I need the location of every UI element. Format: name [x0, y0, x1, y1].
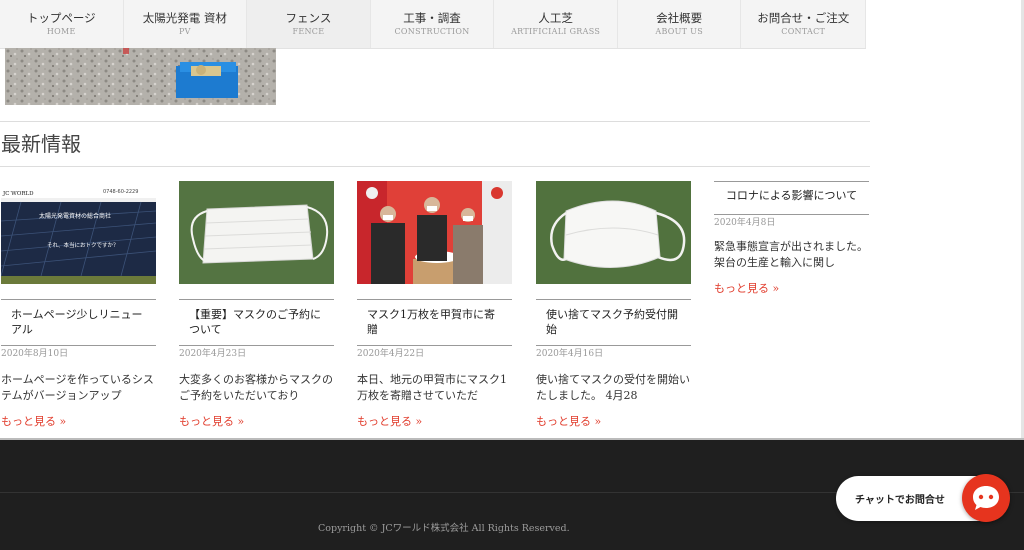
news-post: 使い捨てマスク予約受付開始 2020年4月16日 使い捨てマスクの受付を開始いた…	[536, 181, 691, 429]
nav-artificial-grass-sublabel: ARTIFICIALI GRASS	[511, 27, 601, 36]
post-date: 2020年4月23日	[179, 349, 247, 359]
read-more-link[interactable]: もっと見る »	[179, 415, 334, 429]
thumb-question: それ、本当におトクですか？	[47, 241, 119, 249]
post-date: 2020年8月10日	[1, 349, 69, 359]
read-more-link[interactable]: もっと見る »	[1, 415, 156, 429]
post-date: 2020年4月22日	[357, 349, 425, 359]
post-excerpt: 本日、地元の甲賀市にマスク1万枚を寄贈させていただ	[357, 373, 507, 402]
read-more-link[interactable]: もっと見る »	[357, 415, 512, 429]
post-excerpt: 緊急事態宣言が出されました。架台の生産と輸入に関し	[714, 240, 868, 269]
news-post: コロナによる影響について 2020年4月8日 緊急事態宣言が出されました。架台の…	[714, 181, 869, 296]
post-excerpt: 大変多くのお客様からマスクのご予約をいただいており	[179, 373, 333, 402]
nav-construction-label: 工事・調査	[403, 11, 461, 25]
chat-open-button[interactable]	[962, 474, 1010, 522]
nav-contact-sublabel: CONTACT	[781, 27, 826, 36]
nav-fence[interactable]: フェンス FENCE	[247, 0, 371, 48]
nav-contact[interactable]: お問合せ・ご注文 CONTACT	[741, 0, 867, 48]
nav-home[interactable]: トップページ HOME	[0, 0, 124, 48]
nav-contact-label: お問合せ・ご注文	[757, 11, 850, 25]
news-heading: 最新情報	[0, 121, 870, 167]
thumb-site-name: JC WORLD	[2, 191, 34, 197]
nav-fence-sublabel: FENCE	[292, 27, 325, 36]
news-post: 【重要】マスクのご予約について 2020年4月23日 大変多くのお客様からマスク…	[179, 181, 334, 429]
news-heading-text: 最新情報	[1, 132, 81, 156]
post-thumbnail-mask[interactable]	[179, 181, 334, 284]
nav-fence-label: フェンス	[285, 11, 332, 25]
nav-about-label: 会社概要	[656, 11, 703, 25]
post-title[interactable]: ホームページ少しリニューアル	[1, 299, 156, 346]
nav-construction[interactable]: 工事・調査 CONSTRUCTION	[371, 0, 495, 48]
nav-about-sublabel: ABOUT US	[655, 27, 703, 36]
thumb-tagline: 太陽光発電資材の総合商社	[39, 212, 111, 220]
post-date: 2020年4月16日	[536, 349, 604, 359]
nav-about[interactable]: 会社概要 ABOUT US	[618, 0, 742, 48]
nav-artificial-grass-label: 人工芝	[538, 11, 573, 25]
nav-pv-sublabel: PV	[178, 27, 191, 36]
read-more-link[interactable]: もっと見る »	[536, 415, 691, 429]
thumb-tel: 0748-60-2229	[103, 189, 138, 195]
post-excerpt: ホームページを作っているシステムがバージョンアップ	[1, 373, 154, 402]
post-thumbnail-donation[interactable]	[357, 181, 512, 284]
main-nav: トップページ HOME 太陽光発電 資材 PV フェンス FENCE 工事・調査…	[0, 0, 867, 49]
nav-home-sublabel: HOME	[46, 27, 76, 36]
chat-label: チャットでお問合せ	[855, 495, 945, 506]
post-thumbnail-disposable-mask[interactable]	[536, 181, 691, 284]
gravel-photo	[5, 48, 276, 105]
copyright-text: Copyright © JCワールド株式会社 All Rights Reserv…	[318, 523, 570, 534]
post-title[interactable]: マスク1万枚を甲賀市に寄贈	[357, 299, 512, 346]
nav-artificial-grass[interactable]: 人工芝 ARTIFICIALI GRASS	[494, 0, 618, 48]
post-excerpt: 使い捨てマスクの受付を開始いたしました。 4月28	[536, 373, 690, 402]
nav-pv-label: 太陽光発電 資材	[142, 11, 227, 25]
post-thumbnail-website[interactable]: …………… JC WORLD 0748-60-2229 太陽光発電資材の総合商社…	[1, 181, 156, 284]
post-date: 2020年4月8日	[714, 218, 776, 228]
post-title[interactable]: 使い捨てマスク予約受付開始	[536, 299, 691, 346]
news-post: …………… JC WORLD 0748-60-2229 太陽光発電資材の総合商社…	[1, 181, 156, 429]
chat-bubble-icon	[973, 486, 999, 510]
post-title[interactable]: 【重要】マスクのご予約について	[179, 299, 334, 346]
news-post: マスク1万枚を甲賀市に寄贈 2020年4月22日 本日、地元の甲賀市にマスク1万…	[357, 181, 512, 429]
post-title[interactable]: コロナによる影響について	[714, 181, 869, 215]
nav-construction-sublabel: CONSTRUCTION	[394, 27, 470, 36]
nav-home-label: トップページ	[26, 11, 96, 25]
nav-pv[interactable]: 太陽光発電 資材 PV	[124, 0, 248, 48]
read-more-link[interactable]: もっと見る »	[714, 282, 869, 296]
